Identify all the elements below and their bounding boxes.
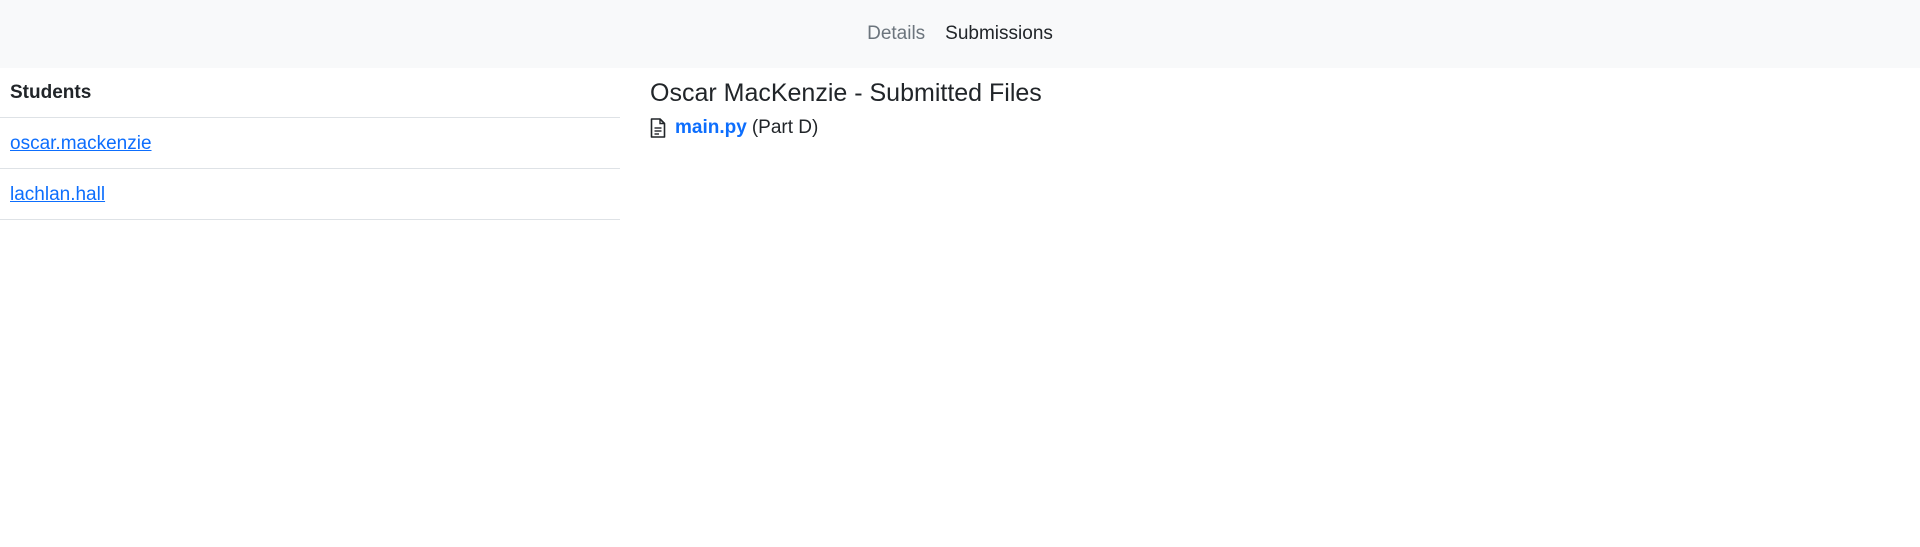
top-nav: Details Submissions (0, 0, 1920, 68)
page-title: Oscar MacKenzie - Submitted Files (650, 79, 1042, 107)
student-row: lachlan.hall (0, 169, 620, 220)
tab-details[interactable]: Details (867, 23, 925, 45)
file-link-main-py[interactable]: main.py (675, 117, 747, 139)
file-text-icon (650, 118, 666, 138)
student-row: oscar.mackenzie (0, 118, 620, 169)
file-part-label: (Part D) (751, 117, 819, 138)
students-panel: Students oscar.mackenzie lachlan.hall (0, 68, 620, 220)
student-link-lachlan-hall[interactable]: lachlan.hall (10, 184, 105, 205)
students-header: Students (0, 68, 620, 118)
student-link-oscar-mackenzie[interactable]: oscar.mackenzie (10, 133, 152, 154)
file-item: main.py (Part D) (650, 117, 1042, 139)
main-area: Students oscar.mackenzie lachlan.hall Os… (0, 68, 1920, 547)
tab-submissions[interactable]: Submissions (945, 23, 1053, 45)
submitted-files-panel: Oscar MacKenzie - Submitted Files main.p… (650, 68, 1042, 139)
